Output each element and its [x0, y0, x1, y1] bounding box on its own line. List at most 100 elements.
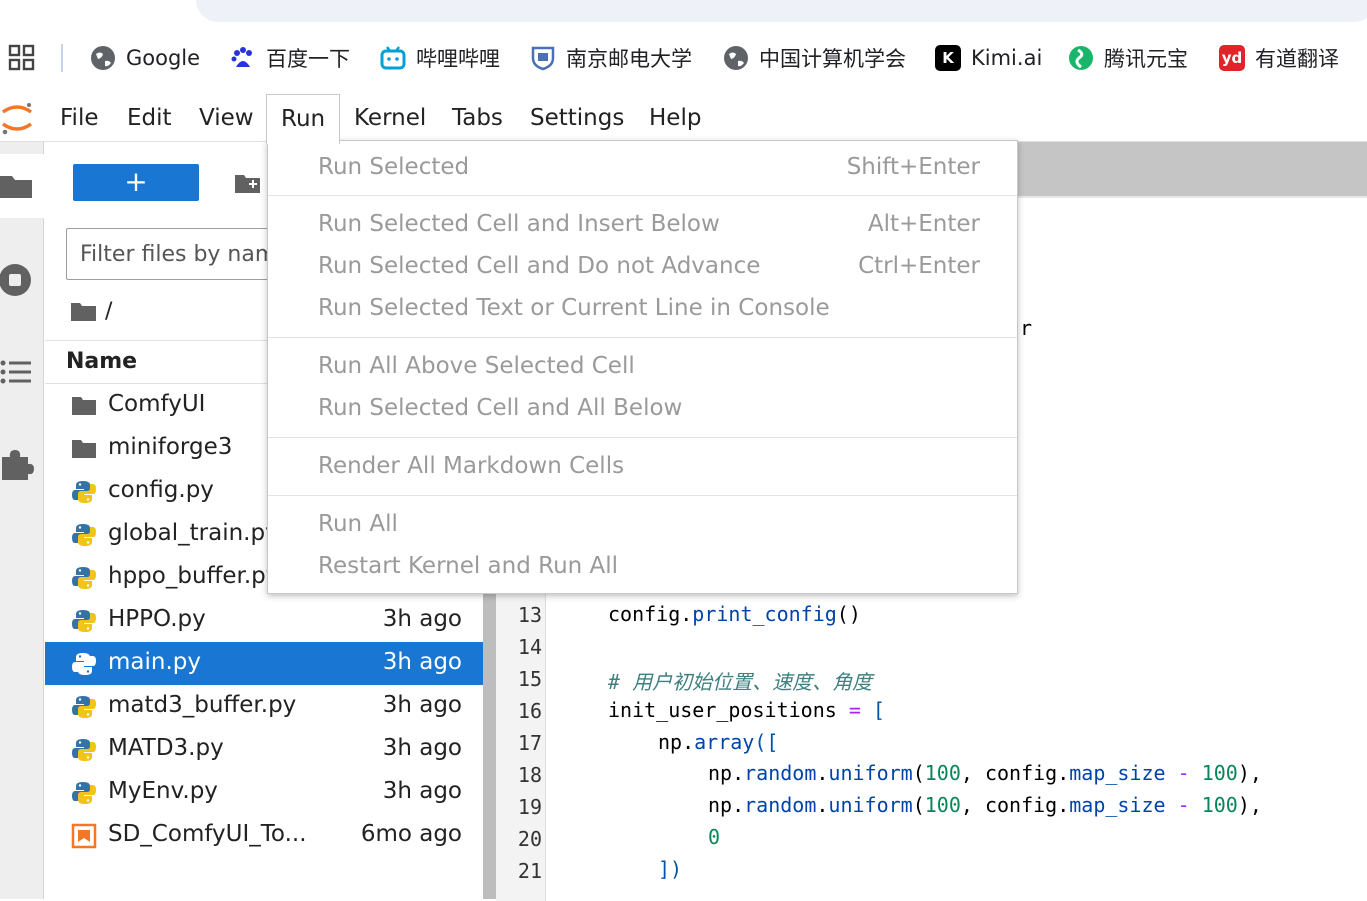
menu-run[interactable]: Run	[266, 94, 341, 144]
breadcrumb-root[interactable]: /	[105, 299, 112, 324]
run-menu-item[interactable]: Run Selected Text or Current Line in Con…	[268, 288, 1017, 330]
menu-separator	[268, 495, 1017, 496]
code-line-20: 0	[708, 825, 721, 849]
bookmark-label: 百度一下	[266, 47, 350, 71]
bookmark-label: 腾讯元宝	[1104, 47, 1188, 71]
run-menu-item[interactable]: Run Selected Cell and Do not Advance Ctrl…	[268, 246, 1017, 288]
file-name: SD_ComfyUI_To...	[108, 821, 307, 847]
file-name: ComfyUI	[108, 391, 206, 417]
line-number: 15	[517, 667, 542, 691]
line-number: 17	[517, 731, 542, 755]
bookmarks-bar: Google 百度一下 哔哩哔哩 南京邮电大学 中国计算机学会 K Kimi.a…	[0, 30, 1367, 86]
menu-item-label: Run All Above Selected Cell	[318, 353, 635, 379]
file-name: MATD3.py	[108, 735, 224, 761]
file-modified: 3h ago	[382, 649, 462, 675]
file-row[interactable]: SD_ComfyUI_To... 6mo ago	[45, 814, 483, 857]
menu-item-label: Run Selected Cell and All Below	[318, 395, 683, 421]
bookmarks-divider	[61, 44, 63, 72]
file-row[interactable]: HPPO.py 3h ago	[45, 599, 483, 642]
bookmark-bilibili[interactable]: 哔哩哔哩	[380, 42, 500, 74]
menu-item-label: Restart Kernel and Run All	[318, 553, 619, 579]
file-modified: 6mo ago	[360, 821, 462, 847]
code-peek-text: r	[1020, 316, 1033, 340]
menu-item-label: Run Selected	[318, 154, 470, 180]
menu-item-label: Run All	[318, 511, 398, 537]
file-row[interactable]: MyEnv.py 3h ago	[45, 771, 483, 814]
menu-tabs[interactable]: Tabs	[438, 94, 517, 142]
bookmark-label: 哔哩哔哩	[416, 47, 500, 71]
file-name: main.py	[108, 649, 201, 675]
bookmark-kimi[interactable]: K Kimi.ai	[935, 42, 1042, 74]
file-modified: 3h ago	[382, 606, 462, 632]
file-modified: 3h ago	[382, 735, 462, 761]
file-name: miniforge3	[108, 434, 233, 460]
line-number: 21	[517, 859, 542, 883]
line-number: 13	[517, 603, 542, 627]
line-number: 20	[517, 827, 542, 851]
file-name: matd3_buffer.py	[108, 692, 297, 718]
python-file-icon	[72, 481, 96, 503]
line-number: 18	[517, 763, 542, 787]
puzzle-icon	[2, 450, 34, 480]
run-menu-item[interactable]: Run Selected Shift+Enter	[268, 147, 1017, 189]
menu-file[interactable]: File	[46, 94, 113, 142]
new-launcher-button[interactable]: +	[73, 164, 199, 201]
breadcrumb: /	[71, 294, 112, 328]
file-name: global_train.py	[108, 520, 279, 546]
python-file-icon	[72, 739, 96, 761]
stop-circle-icon	[0, 264, 31, 296]
kimi-icon: K	[935, 45, 961, 71]
bookmark-baidu[interactable]: 百度一下	[230, 42, 350, 74]
bookmark-ccf[interactable]: 中国计算机学会	[723, 42, 906, 74]
menu-item-label: Run Selected Cell and Insert Below	[318, 211, 720, 237]
menu-help[interactable]: Help	[635, 94, 715, 142]
new-folder-icon[interactable]	[235, 172, 261, 194]
apps-grid-icon[interactable]	[8, 44, 36, 72]
run-menu-item[interactable]: Render All Markdown Cells	[268, 446, 1017, 488]
menu-view[interactable]: View	[185, 94, 268, 142]
bookmark-google[interactable]: Google	[90, 42, 200, 74]
bookmark-yuanbao[interactable]: 腾讯元宝	[1068, 42, 1188, 74]
run-menu-item[interactable]: Run Selected Cell and All Below	[268, 388, 1017, 430]
folder-icon	[0, 176, 32, 198]
python-file-icon	[72, 653, 96, 675]
menu-kernel[interactable]: Kernel	[340, 94, 440, 142]
code-line-16: init_user_positions = [	[608, 698, 885, 722]
table-of-contents-tab[interactable]	[0, 340, 44, 404]
run-menu-item[interactable]: Run All Above Selected Cell	[268, 346, 1017, 388]
file-modified: 3h ago	[382, 778, 462, 804]
file-name: MyEnv.py	[108, 778, 218, 804]
extensions-tab[interactable]	[0, 432, 44, 496]
running-sessions-tab[interactable]	[0, 248, 44, 312]
bookmark-njupt[interactable]: 南京邮电大学	[530, 42, 692, 74]
baidu-paw-icon	[231, 47, 252, 67]
menu-settings[interactable]: Settings	[516, 94, 638, 142]
code-line-21: ])	[658, 857, 683, 881]
line-number: 14	[517, 635, 542, 659]
run-menu-item[interactable]: Run All	[268, 504, 1017, 546]
code-line-18: np.random.uniform(100, config.map_size -…	[708, 761, 1262, 785]
address-bar[interactable]	[196, 0, 1367, 22]
file-row[interactable]: matd3_buffer.py 3h ago	[45, 685, 483, 728]
menu-item-shortcut: Ctrl+Enter	[858, 253, 980, 279]
line-number: 16	[517, 699, 542, 723]
code-line-15: # 用户初始位置、速度、角度	[608, 670, 873, 694]
menu-item-label: Render All Markdown Cells	[318, 453, 625, 479]
bookmark-label: 有道翻译	[1255, 47, 1339, 71]
list-icon	[0, 360, 31, 384]
file-row[interactable]: main.py 3h ago	[45, 642, 483, 685]
notebook-file-icon	[71, 823, 97, 849]
file-row[interactable]: MATD3.py 3h ago	[45, 728, 483, 771]
file-browser-tab[interactable]	[0, 154, 44, 218]
file-name: hppo_buffer.py	[108, 563, 280, 589]
python-file-icon	[72, 610, 96, 632]
menu-edit[interactable]: Edit	[113, 94, 186, 142]
main-menu-bar: File Edit View Run Kernel Tabs Settings …	[0, 94, 1367, 144]
menu-item-shortcut: Alt+Enter	[867, 211, 980, 237]
run-menu-item[interactable]: Run Selected Cell and Insert Below Alt+En…	[268, 204, 1017, 246]
globe-icon	[724, 46, 748, 70]
bookmark-label: Google	[126, 46, 201, 70]
bookmark-youdao[interactable]: yd 有道翻译	[1219, 42, 1339, 74]
run-menu-item[interactable]: Restart Kernel and Run All	[268, 546, 1017, 588]
folder-icon[interactable]	[71, 300, 97, 322]
